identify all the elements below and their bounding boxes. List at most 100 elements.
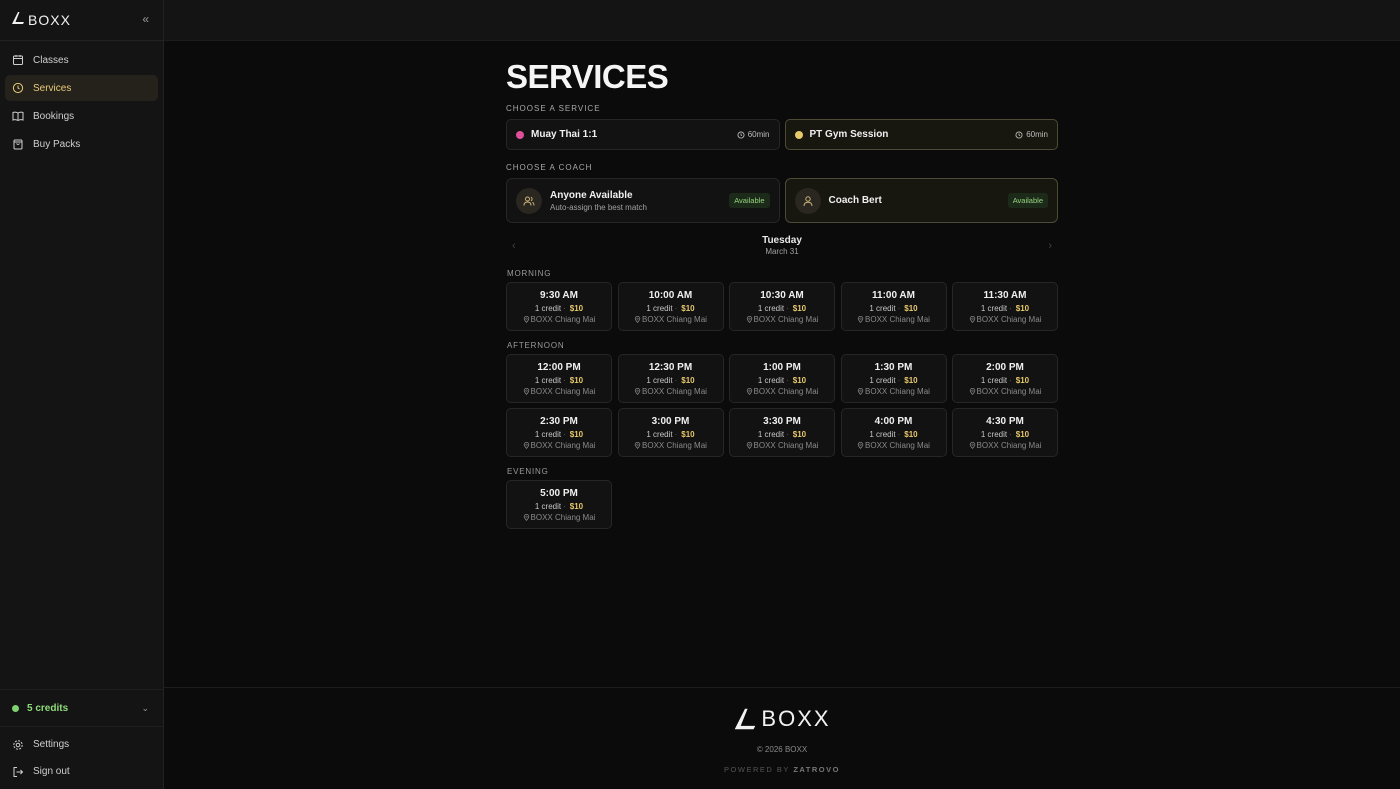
sign-out-button[interactable]: Sign out: [0, 758, 163, 785]
separator-dot: ·: [786, 304, 789, 313]
service-list: Muay Thai 1:1 60min PT Gym Session 60min: [506, 119, 1058, 150]
service-card-muay-thai[interactable]: Muay Thai 1:1 60min: [506, 119, 780, 150]
separator-dot: ·: [897, 376, 901, 385]
slot-credit: 1 credit: [646, 304, 673, 313]
slot-price: $10: [569, 502, 584, 511]
slot-location-text: BOXX Chiang Mai: [753, 387, 819, 396]
slot-credit: 1 credit: [534, 502, 562, 511]
location-pin-icon: [857, 315, 864, 323]
slot-time: 12:00 PM: [537, 362, 581, 373]
sign-out-icon: [13, 766, 24, 777]
day-name: Tuesday: [762, 235, 802, 246]
calendar-icon: [13, 55, 23, 65]
service-duration: 60min: [1015, 130, 1048, 139]
location-pin-icon: [857, 387, 864, 395]
brand-logo[interactable]: BOXX: [11, 11, 71, 30]
time-slot-card[interactable]: 9:30 AM 1 credit · $10 BOXX Chiang Mai: [506, 282, 612, 331]
time-slot-card[interactable]: 10:00 AM 1 credit · $10 BOXX Chiang Mai: [617, 282, 724, 331]
slot-grid: 5:00 PM 1 credit · $10 BOXX Chiang Mai: [506, 480, 1058, 529]
slot-location: BOXX Chiang Mai: [507, 387, 611, 396]
separator-dot: ·: [563, 430, 566, 439]
time-slot-card[interactable]: 3:30 PM 1 credit · $10 BOXX Chiang Mai: [729, 408, 835, 457]
slot-price: $10: [1015, 376, 1030, 385]
time-slot-periods: MORNING 9:30 AM 1 credit · $10 BOXX Chiang Ma…: [506, 269, 1058, 529]
settings-button[interactable]: Settings: [0, 731, 163, 758]
sidebar-nav: Classes Services Bookings Buy Packs: [0, 41, 163, 165]
slot-location-text: BOXX Chiang Mai: [976, 387, 1042, 396]
slot-time: 11:30 AM: [983, 290, 1027, 301]
slot-price-row: 1 credit · $10: [953, 376, 1057, 385]
separator-dot: ·: [563, 376, 566, 385]
slot-price: $10: [792, 376, 807, 385]
time-slot-card[interactable]: 2:00 PM 1 credit · $10 BOXX Chiang Mai: [952, 354, 1058, 403]
sidebar-item-classes[interactable]: Classes: [5, 47, 158, 73]
main-area: SERVICES CHOOSE A SERVICE Muay Thai 1:1 …: [164, 0, 1400, 789]
gear-icon: [13, 739, 23, 750]
sidebar-item-bookings[interactable]: Bookings: [5, 103, 158, 129]
slot-price: $10: [792, 304, 807, 313]
time-slot-card[interactable]: 5:00 PM 1 credit · $10 BOXX Chiang Mai: [506, 480, 612, 529]
time-slot-card[interactable]: 4:30 PM 1 credit · $10 BOXX Chiang Mai: [952, 408, 1058, 457]
slot-location: BOXX Chiang Mai: [507, 513, 611, 522]
sidebar-item-label: Classes: [33, 54, 69, 66]
slot-price-row: 1 credit · $10: [730, 376, 834, 385]
separator-dot: ·: [674, 430, 678, 439]
slot-location: BOXX Chiang Mai: [507, 441, 611, 450]
time-slot-card[interactable]: 1:30 PM 1 credit · $10 BOXX Chiang Mai: [840, 354, 947, 403]
coach-card-bert[interactable]: Coach Bert Available: [784, 178, 1058, 223]
credits-dropdown[interactable]: 5 credits ⌄: [0, 689, 163, 727]
powered-by-brand[interactable]: ZATROVO: [793, 765, 840, 774]
slot-price-row: 1 credit · $10: [730, 304, 834, 313]
top-bar: [164, 0, 1400, 41]
slot-price-row: 1 credit · $10: [842, 430, 946, 439]
book-icon: [12, 111, 24, 122]
separator-dot: ·: [786, 430, 789, 439]
double-chevron-left-icon[interactable]: «: [142, 12, 149, 26]
sidebar-item-label: Bookings: [33, 110, 75, 122]
users-icon: [523, 196, 535, 206]
slot-time: 1:00 PM: [763, 362, 801, 373]
sidebar-item-buy-packs[interactable]: Buy Packs: [5, 131, 158, 157]
slot-credit: 1 credit: [534, 376, 562, 385]
time-slot-card[interactable]: 11:30 AM 1 credit · $10 BOXX Chiang Mai: [952, 282, 1058, 331]
time-slot-card[interactable]: 10:30 AM 1 credit · $10 BOXX Chiang Mai: [729, 282, 835, 331]
service-duration: 60min: [737, 130, 770, 139]
footer: BOXX © 2026 BOXX POWERED BY ZATROVO: [164, 687, 1400, 789]
separator-dot: ·: [563, 502, 566, 511]
slot-price: $10: [1015, 304, 1030, 313]
slot-time: 5:00 PM: [540, 488, 578, 499]
slot-location-text: BOXX Chiang Mai: [865, 441, 930, 450]
slot-time: 11:00 AM: [872, 290, 915, 301]
time-slot-card[interactable]: 3:00 PM 1 credit · $10 BOXX Chiang Mai: [617, 408, 724, 457]
slot-price-row: 1 credit · $10: [507, 376, 611, 385]
page-title: SERVICES: [506, 58, 669, 95]
service-name: PT Gym Session: [809, 129, 889, 140]
chevron-left-icon[interactable]: ‹: [512, 240, 516, 252]
slot-credit: 1 credit: [869, 430, 896, 439]
slot-price: $10: [569, 304, 584, 313]
separator-dot: ·: [674, 304, 678, 313]
sidebar-item-label: Services: [33, 82, 72, 94]
period-label: MORNING: [507, 269, 552, 278]
slot-price: $10: [1015, 430, 1030, 439]
slot-location-text: BOXX Chiang Mai: [753, 441, 819, 450]
slot-credit: 1 credit: [534, 304, 562, 313]
choose-service-label: CHOOSE A SERVICE: [506, 104, 601, 113]
time-slot-card[interactable]: 12:00 PM 1 credit · $10 BOXX Chiang Mai: [506, 354, 612, 403]
location-pin-icon: [969, 387, 975, 395]
chevron-right-icon[interactable]: ›: [1048, 240, 1052, 252]
sidebar-item-services[interactable]: Services: [5, 75, 158, 101]
slot-price: $10: [681, 376, 695, 385]
sidebar-bottom-list: Settings Sign out: [0, 727, 163, 789]
location-pin-icon: [969, 441, 975, 449]
slot-price: $10: [681, 430, 695, 439]
slot-price: $10: [681, 304, 695, 313]
time-slot-card[interactable]: 1:00 PM 1 credit · $10 BOXX Chiang Mai: [729, 354, 835, 403]
time-slot-card[interactable]: 12:30 PM 1 credit · $10 BOXX Chiang Mai: [617, 354, 724, 403]
slot-location: BOXX Chiang Mai: [953, 441, 1057, 450]
service-card-pt-gym[interactable]: PT Gym Session 60min: [784, 119, 1058, 150]
time-slot-card[interactable]: 2:30 PM 1 credit · $10 BOXX Chiang Mai: [506, 408, 612, 457]
time-slot-card[interactable]: 4:00 PM 1 credit · $10 BOXX Chiang Mai: [840, 408, 947, 457]
coach-card-anyone[interactable]: Anyone Available Auto-assign the best ma…: [506, 178, 780, 223]
time-slot-card[interactable]: 11:00 AM 1 credit · $10 BOXX Chiang Mai: [840, 282, 947, 331]
